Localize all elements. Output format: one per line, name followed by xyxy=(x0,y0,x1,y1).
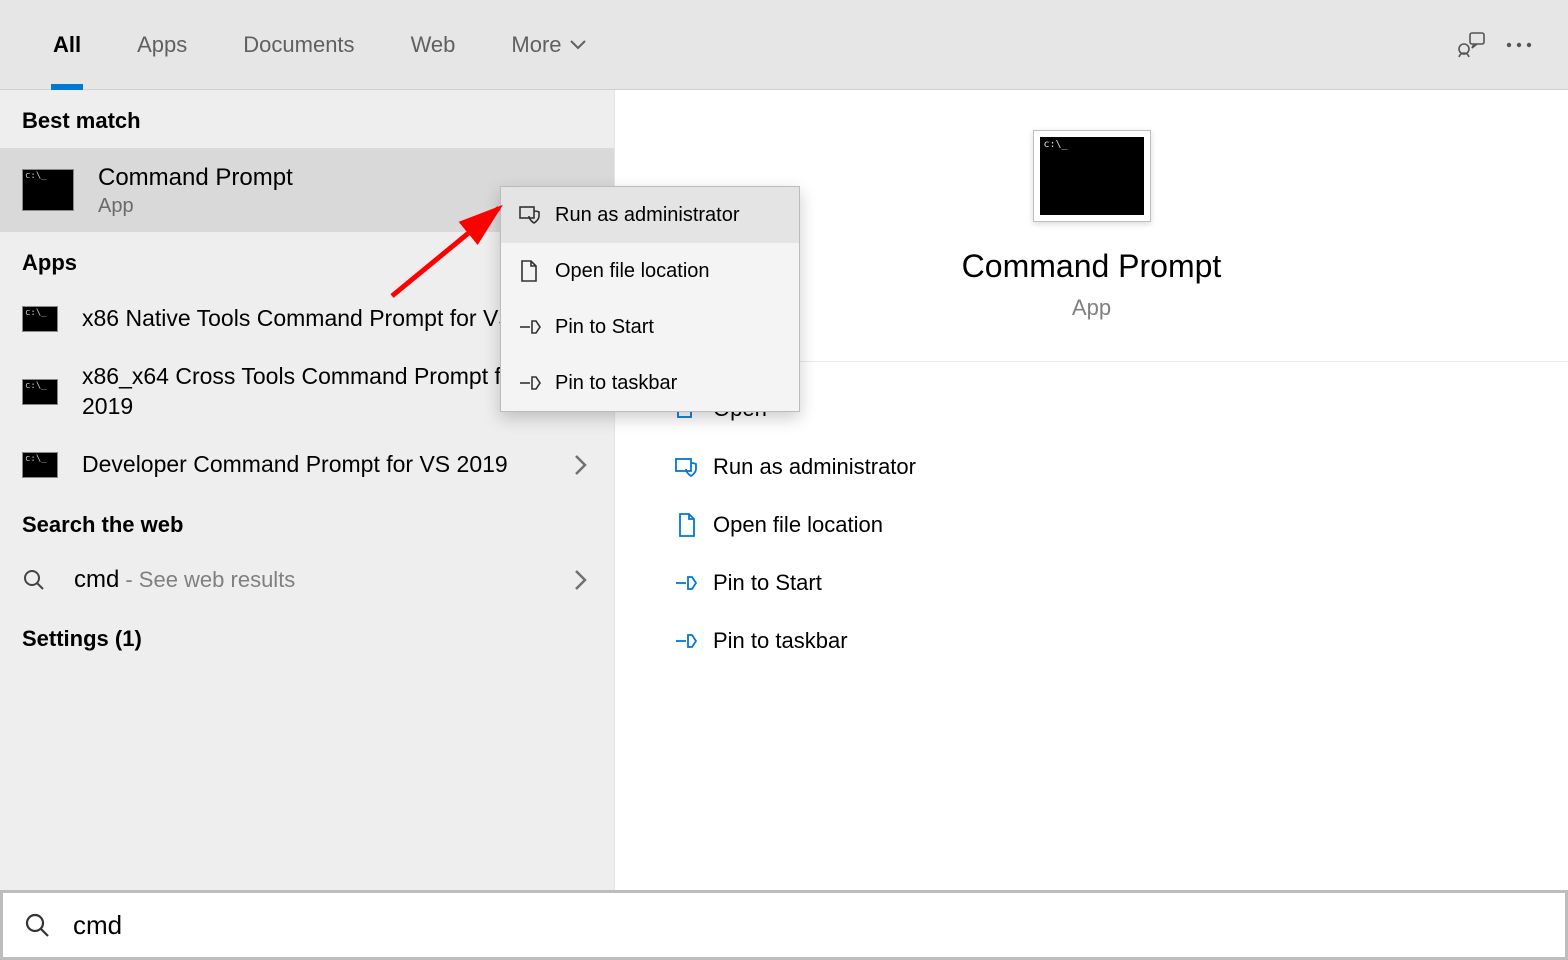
ctx-label: Run as administrator xyxy=(555,204,740,227)
tab-more[interactable]: More xyxy=(483,0,613,90)
chevron-down-icon xyxy=(570,40,586,50)
chevron-right-icon[interactable] xyxy=(570,454,592,476)
section-settings: Settings (1) xyxy=(0,608,614,666)
action-run-admin[interactable]: Run as administrator xyxy=(661,438,1568,496)
action-label: Open file location xyxy=(713,512,883,538)
section-web: Search the web xyxy=(0,494,614,552)
cmd-icon xyxy=(22,379,58,405)
ctx-label: Pin to Start xyxy=(555,316,654,339)
shield-icon xyxy=(519,204,555,226)
search-filter-tabs: All Apps Documents Web More xyxy=(0,0,1568,90)
ctx-pin-taskbar[interactable]: Pin to taskbar xyxy=(501,355,799,411)
cmd-icon xyxy=(22,452,58,478)
search-bar xyxy=(0,890,1568,960)
web-hint: - See web results xyxy=(125,567,295,593)
tab-apps[interactable]: Apps xyxy=(109,0,215,90)
action-open-location[interactable]: Open file location xyxy=(661,496,1568,554)
more-options-icon[interactable] xyxy=(1495,21,1543,69)
result-title: Developer Command Prompt for VS 2019 xyxy=(82,450,570,480)
action-pin-start[interactable]: Pin to Start xyxy=(661,554,1568,612)
chevron-right-icon[interactable] xyxy=(570,569,592,591)
cmd-icon xyxy=(22,306,58,332)
folder-icon xyxy=(519,259,555,283)
feedback-icon[interactable] xyxy=(1447,21,1495,69)
action-label: Pin to Start xyxy=(713,570,822,596)
ctx-label: Open file location xyxy=(555,260,710,283)
action-pin-taskbar[interactable]: Pin to taskbar xyxy=(661,612,1568,670)
ctx-label: Pin to taskbar xyxy=(555,372,677,395)
section-best-match: Best match xyxy=(0,90,614,148)
result-web-cmd[interactable]: cmd - See web results xyxy=(0,552,614,608)
pin-icon xyxy=(519,318,555,336)
pin-icon xyxy=(661,631,713,651)
ctx-open-location[interactable]: Open file location xyxy=(501,243,799,299)
action-label: Run as administrator xyxy=(713,454,916,480)
search-input[interactable] xyxy=(73,910,1545,941)
action-label: Pin to taskbar xyxy=(713,628,848,654)
tab-web[interactable]: Web xyxy=(383,0,484,90)
result-title: x86_x64 Cross Tools Command Prompt for V… xyxy=(82,362,570,422)
context-menu: Run as administrator Open file location … xyxy=(500,186,800,412)
search-icon xyxy=(23,911,51,939)
folder-icon xyxy=(661,512,713,538)
pin-icon xyxy=(519,374,555,392)
tab-more-label: More xyxy=(511,32,561,58)
web-query: cmd xyxy=(74,566,119,594)
tab-documents[interactable]: Documents xyxy=(215,0,382,90)
result-app-2[interactable]: Developer Command Prompt for VS 2019 xyxy=(0,436,614,494)
app-thumbnail-icon xyxy=(1033,130,1151,222)
shield-icon xyxy=(661,455,713,479)
ctx-pin-start[interactable]: Pin to Start xyxy=(501,299,799,355)
search-icon xyxy=(22,568,58,592)
pin-icon xyxy=(661,573,713,593)
tab-all[interactable]: All xyxy=(25,0,109,90)
cmd-icon xyxy=(22,169,74,211)
ctx-run-admin[interactable]: Run as administrator xyxy=(501,187,799,243)
